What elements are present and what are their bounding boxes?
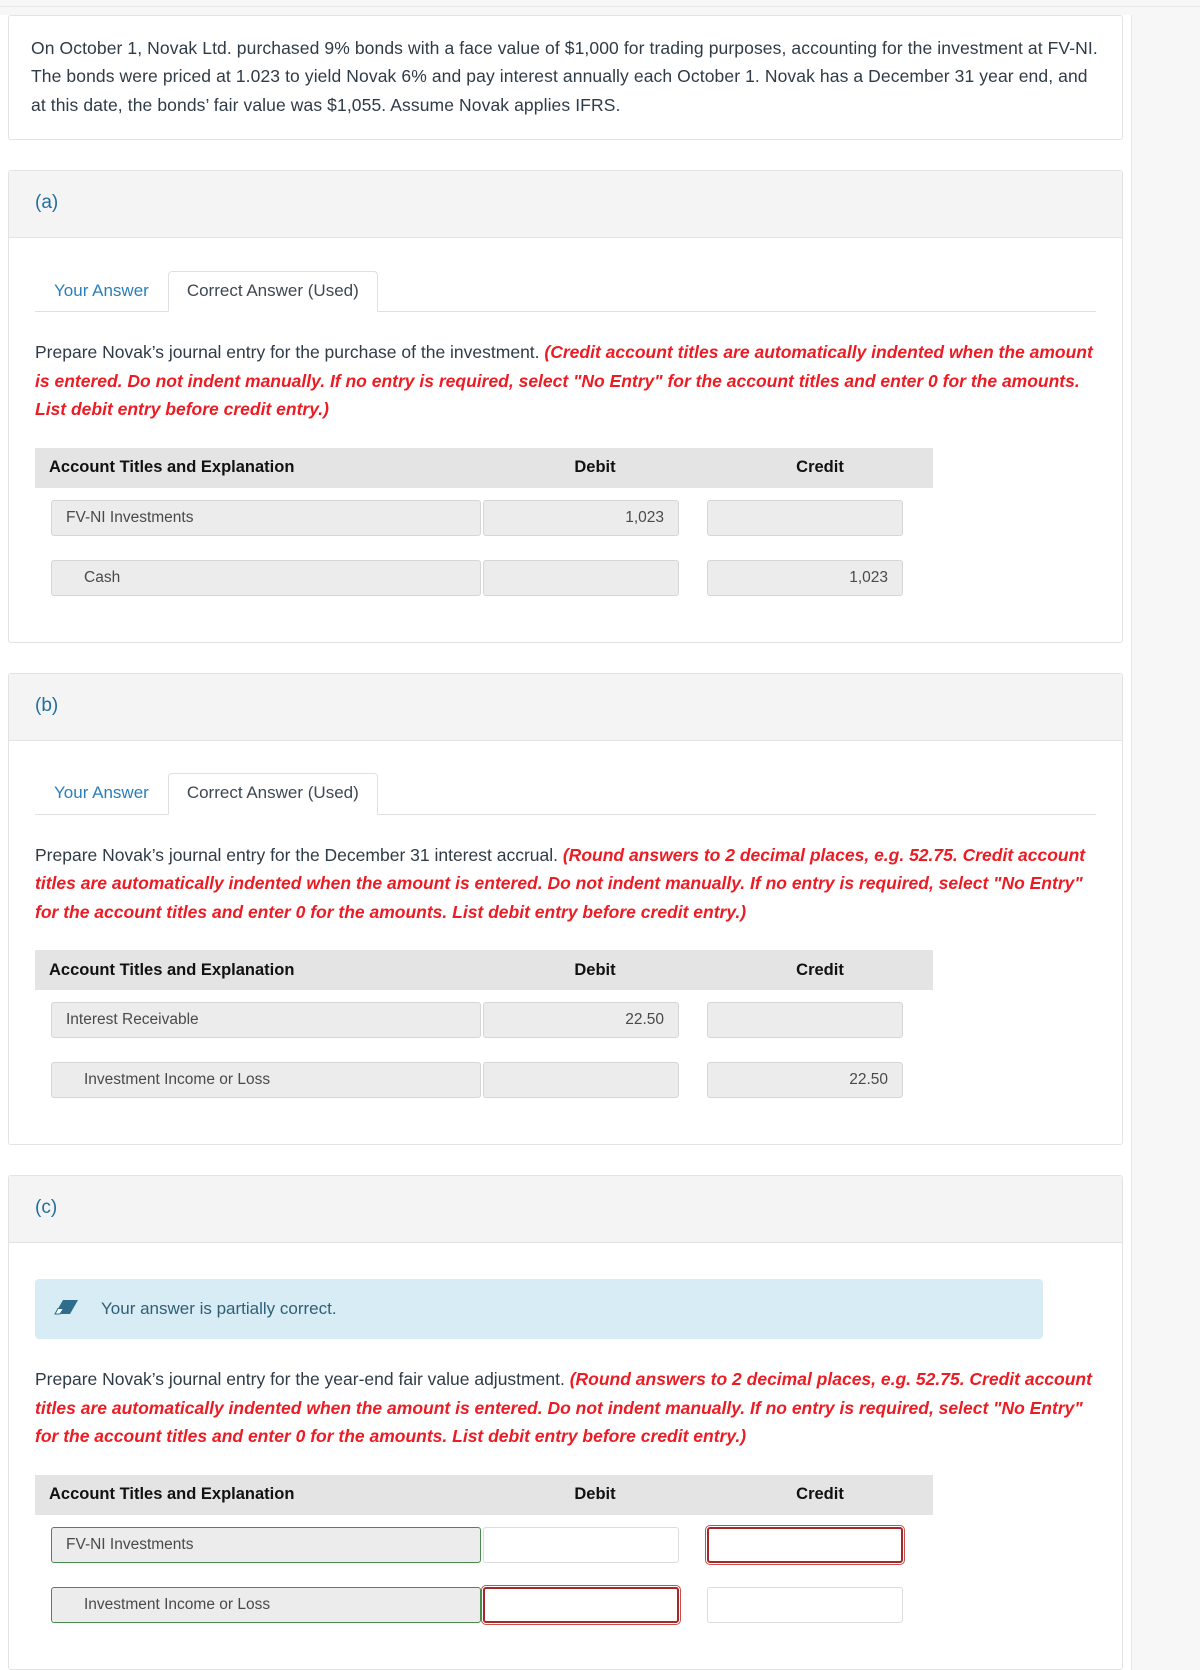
account-title-input[interactable]: Investment Income or Loss <box>51 1586 481 1623</box>
part-body-b: Your Answer Correct Answer (Used) Prepar… <box>9 741 1122 1145</box>
column-header-debit-c: Debit <box>574 1485 616 1504</box>
journal-table-a: Account Titles and Explanation Debit Cre… <box>35 447 933 608</box>
cell-debit <box>481 1584 707 1625</box>
part-header-b: (b) <box>9 673 1122 741</box>
part-label-b: (b) <box>35 694 59 716</box>
instruction-b: Prepare Novak’s journal entry for the De… <box>35 841 1096 927</box>
column-header-account-a: Account Titles and Explanation <box>49 458 295 477</box>
cell-debit <box>483 559 707 596</box>
cell-credit <box>707 1586 933 1623</box>
cell-credit <box>707 1002 933 1039</box>
account-title-input[interactable]: Investment Income or Loss <box>51 1062 481 1099</box>
tab-your-answer-b[interactable]: Your Answer <box>35 773 168 813</box>
part-body-c: Your answer is partially correct. Prepar… <box>9 1243 1122 1669</box>
cell-credit: 1,023 <box>707 559 933 596</box>
part-section-c: (c) Your answer is partially correct. Pr… <box>8 1175 1123 1670</box>
part-label-c: (c) <box>35 1197 58 1219</box>
cell-account: FV-NI Investments <box>35 499 483 536</box>
cell-debit <box>483 1526 707 1563</box>
column-header-credit-b: Credit <box>796 960 844 979</box>
credit-amount-input[interactable] <box>705 1524 905 1565</box>
instruction-main-b: Prepare Novak’s journal entry for the De… <box>35 844 558 865</box>
part-section-a: (a) Your Answer Correct Answer (Used) Pr… <box>8 170 1123 643</box>
column-header-debit-b: Debit <box>574 960 616 979</box>
cell-debit: 22.50 <box>483 1002 707 1039</box>
table-row: Investment Income or Loss 22.50 <box>35 1050 933 1110</box>
debit-amount-input[interactable] <box>483 559 679 596</box>
cell-credit <box>707 499 933 536</box>
column-header-credit-a: Credit <box>796 458 844 477</box>
account-title-input[interactable]: Cash <box>51 559 481 596</box>
column-header-debit-a: Debit <box>574 458 616 477</box>
credit-amount-input[interactable]: 22.50 <box>707 1062 903 1099</box>
part-label-a: (a) <box>35 192 59 214</box>
cell-account: Cash <box>35 559 483 596</box>
account-title-input[interactable]: FV-NI Investments <box>51 1526 481 1563</box>
table-row: FV-NI Investments 1,023 <box>35 488 933 548</box>
cell-credit: 22.50 <box>707 1062 933 1099</box>
debit-amount-input[interactable] <box>481 1584 681 1625</box>
instruction-main-a: Prepare Novak’s journal entry for the pu… <box>35 342 540 363</box>
instruction-c: Prepare Novak’s journal entry for the ye… <box>35 1365 1096 1451</box>
question-prompt-text: On October 1, Novak Ltd. purchased 9% bo… <box>31 38 1098 115</box>
partially-correct-alert: Your answer is partially correct. <box>35 1279 1043 1340</box>
journal-table-header-c: Account Titles and Explanation Debit Cre… <box>35 1474 933 1515</box>
table-row: Cash 1,023 <box>35 548 933 608</box>
tab-correct-answer-b[interactable]: Correct Answer (Used) <box>167 773 378 815</box>
cell-account: Investment Income or Loss <box>35 1062 483 1099</box>
cell-account: Investment Income or Loss <box>35 1586 483 1623</box>
table-row: Interest Receivable 22.50 <box>35 990 933 1050</box>
credit-amount-input[interactable] <box>707 1002 903 1039</box>
debit-amount-input[interactable] <box>483 1062 679 1099</box>
tabs-b: Your Answer Correct Answer (Used) <box>35 773 1096 815</box>
credit-amount-input[interactable]: 1,023 <box>707 559 903 596</box>
part-section-b: (b) Your Answer Correct Answer (Used) Pr… <box>8 672 1123 1146</box>
alert-message: Your answer is partially correct. <box>101 1299 337 1319</box>
cell-account: Interest Receivable <box>35 1002 483 1039</box>
credit-amount-input[interactable] <box>707 1586 903 1623</box>
part-body-a: Your Answer Correct Answer (Used) Prepar… <box>9 238 1122 642</box>
tabs-a: Your Answer Correct Answer (Used) <box>35 270 1096 313</box>
account-title-input[interactable]: FV-NI Investments <box>51 499 481 536</box>
journal-table-header-b: Account Titles and Explanation Debit Cre… <box>35 950 933 991</box>
journal-table-c: Account Titles and Explanation Debit Cre… <box>35 1474 933 1635</box>
part-header-c: (c) <box>9 1176 1122 1244</box>
journal-table-b: Account Titles and Explanation Debit Cre… <box>35 950 933 1110</box>
table-row: FV-NI Investments <box>35 1515 933 1575</box>
column-header-account-b: Account Titles and Explanation <box>49 960 295 979</box>
question-prompt-card: On October 1, Novak Ltd. purchased 9% bo… <box>8 15 1123 141</box>
top-strip <box>0 0 1200 7</box>
cell-credit <box>705 1524 933 1565</box>
instruction-a: Prepare Novak’s journal entry for the pu… <box>35 338 1096 424</box>
instruction-main-c: Prepare Novak’s journal entry for the ye… <box>35 1369 565 1390</box>
column-header-credit-c: Credit <box>796 1485 844 1504</box>
cell-debit <box>483 1062 707 1099</box>
eraser-icon <box>53 1297 79 1322</box>
debit-amount-input[interactable]: 1,023 <box>483 499 679 536</box>
debit-amount-input[interactable]: 22.50 <box>483 1002 679 1039</box>
content-column: On October 1, Novak Ltd. purchased 9% bo… <box>0 15 1132 1670</box>
cell-account: FV-NI Investments <box>35 1526 483 1563</box>
account-title-input[interactable]: Interest Receivable <box>51 1002 481 1039</box>
credit-amount-input[interactable] <box>707 499 903 536</box>
debit-amount-input[interactable] <box>483 1526 679 1563</box>
part-header-a: (a) <box>9 171 1122 239</box>
cell-debit: 1,023 <box>483 499 707 536</box>
journal-table-header-a: Account Titles and Explanation Debit Cre… <box>35 447 933 488</box>
table-row: Investment Income or Loss <box>35 1575 933 1635</box>
tab-correct-answer-a[interactable]: Correct Answer (Used) <box>167 270 378 313</box>
column-header-account-c: Account Titles and Explanation <box>49 1485 295 1504</box>
page-wrapper: On October 1, Novak Ltd. purchased 9% bo… <box>0 0 1200 1670</box>
tab-your-answer-a[interactable]: Your Answer <box>35 271 168 311</box>
